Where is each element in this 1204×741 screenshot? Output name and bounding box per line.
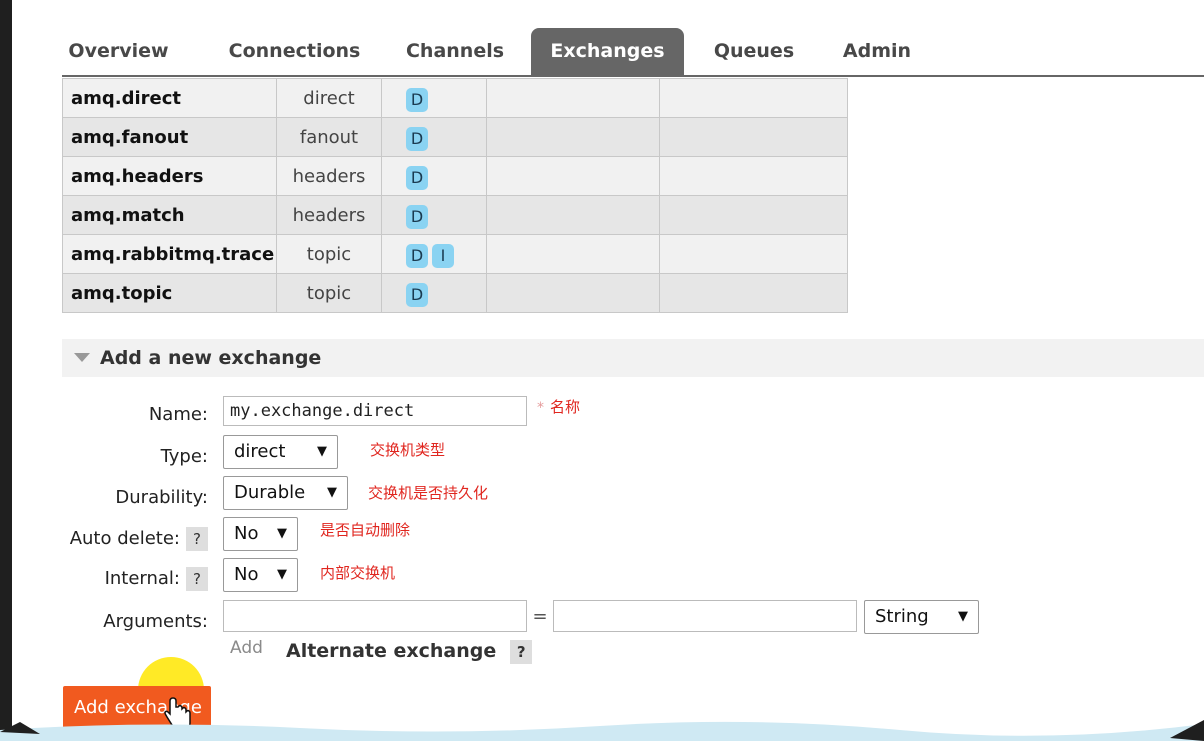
alternate-exchange-row: Alternate exchange? <box>286 640 533 664</box>
durable-badge: D <box>406 127 428 151</box>
empty-cell <box>659 195 848 235</box>
exchange-type: direct <box>276 78 382 118</box>
durable-badge: D <box>406 244 428 268</box>
table-row: amq.fanout fanout D <box>62 117 848 157</box>
auto-delete-selected: No <box>234 523 259 544</box>
table-row: amq.direct direct D <box>62 78 848 118</box>
empty-cell <box>486 117 660 157</box>
equals-sign: = <box>532 606 548 627</box>
type-label: Type: <box>160 446 208 467</box>
dropdown-arrow-icon: ▼ <box>277 526 287 541</box>
durable-badge: D <box>406 205 428 229</box>
features-cell: D <box>381 78 487 118</box>
exchange-type: topic <box>276 234 382 274</box>
tab-connections[interactable]: Connections <box>217 28 372 75</box>
auto-delete-label: Auto delete: <box>69 528 180 549</box>
exchange-type: headers <box>276 156 382 196</box>
durable-badge: D <box>406 283 428 307</box>
argument-value-input[interactable] <box>553 600 857 632</box>
empty-cell <box>659 78 848 118</box>
exchange-name-link[interactable]: amq.headers <box>62 156 277 196</box>
required-star: * <box>537 400 544 416</box>
name-annotation-text: 名称 <box>550 398 581 416</box>
table-row: amq.match headers D <box>62 195 848 235</box>
auto-delete-select[interactable]: No ▼ <box>223 517 298 551</box>
empty-cell <box>659 273 848 313</box>
empty-cell <box>486 234 660 274</box>
help-icon[interactable]: ? <box>186 527 208 551</box>
auto-delete-label-row: Auto delete:? <box>40 527 208 551</box>
exchange-name-link[interactable]: amq.topic <box>62 273 277 313</box>
durable-badge: D <box>406 166 428 190</box>
empty-cell <box>486 195 660 235</box>
empty-cell <box>486 156 660 196</box>
table-row: amq.headers headers D <box>62 156 848 196</box>
exchange-type: headers <box>276 195 382 235</box>
internal-annotation: 内部交换机 <box>320 564 396 582</box>
empty-cell <box>659 234 848 274</box>
argument-type-select[interactable]: String ▼ <box>864 600 979 634</box>
exchange-name-link[interactable]: amq.match <box>62 195 277 235</box>
dropdown-arrow-icon: ▼ <box>327 485 337 500</box>
exchanges-table: amq.direct direct D amq.fanout fanout D … <box>62 78 848 313</box>
name-label: Name: <box>148 404 208 425</box>
features-cell: D <box>381 195 487 235</box>
internal-label-row: Internal:? <box>40 567 208 591</box>
exchange-name-link[interactable]: amq.fanout <box>62 117 277 157</box>
name-annotation: * 名称 <box>537 396 580 417</box>
type-selected: direct <box>234 441 286 462</box>
argument-key-input[interactable] <box>223 600 527 632</box>
tab-admin[interactable]: Admin <box>827 28 927 75</box>
empty-cell <box>486 78 660 118</box>
internal-select[interactable]: No ▼ <box>223 558 298 592</box>
internal-label: Internal: <box>104 568 180 589</box>
tab-channels[interactable]: Channels <box>392 28 518 75</box>
add-argument-link[interactable]: Add <box>230 638 263 658</box>
tab-queues[interactable]: Queues <box>699 28 809 75</box>
nav-tabs: Overview Connections Channels Exchanges … <box>62 28 1204 77</box>
triangle-down-icon <box>74 353 90 362</box>
empty-cell <box>659 156 848 196</box>
empty-cell <box>659 117 848 157</box>
dropdown-arrow-icon: ▼ <box>277 567 287 582</box>
durable-badge: D <box>406 88 428 112</box>
help-icon[interactable]: ? <box>186 567 208 591</box>
help-icon[interactable]: ? <box>510 640 533 664</box>
features-cell: DI <box>381 234 487 274</box>
durability-select[interactable]: Durable ▼ <box>223 476 348 510</box>
tab-exchanges[interactable]: Exchanges <box>531 28 684 75</box>
type-select[interactable]: direct ▼ <box>223 435 338 469</box>
argument-type-selected: String <box>875 606 929 627</box>
table-row: amq.rabbitmq.trace topic DI <box>62 234 848 274</box>
name-input[interactable]: my.exchange.direct <box>223 396 527 426</box>
features-cell: D <box>381 273 487 313</box>
internal-selected: No <box>234 564 259 585</box>
dropdown-arrow-icon: ▼ <box>958 609 968 624</box>
durability-selected: Durable <box>234 482 306 503</box>
arguments-label: Arguments: <box>103 611 208 632</box>
bottom-decoration <box>0 720 1204 741</box>
type-annotation: 交换机类型 <box>370 441 446 459</box>
section-title: Add a new exchange <box>100 347 322 369</box>
tab-overview[interactable]: Overview <box>62 28 175 75</box>
alternate-exchange-link[interactable]: Alternate exchange <box>286 640 496 662</box>
exchange-name-link[interactable]: amq.rabbitmq.trace <box>62 234 277 274</box>
table-row: amq.topic topic D <box>62 273 848 313</box>
exchange-type: topic <box>276 273 382 313</box>
features-cell: D <box>381 156 487 196</box>
auto-delete-annotation: 是否自动删除 <box>320 521 411 539</box>
left-edge-strip <box>0 0 12 741</box>
internal-badge: I <box>432 244 454 268</box>
empty-cell <box>486 273 660 313</box>
add-exchange-section-toggle[interactable]: Add a new exchange <box>62 339 1204 377</box>
exchange-name-link[interactable]: amq.direct <box>62 78 277 118</box>
dropdown-arrow-icon: ▼ <box>317 444 327 459</box>
durability-label: Durability: <box>115 487 208 508</box>
exchange-type: fanout <box>276 117 382 157</box>
durability-annotation: 交换机是否持久化 <box>368 484 489 502</box>
features-cell: D <box>381 117 487 157</box>
